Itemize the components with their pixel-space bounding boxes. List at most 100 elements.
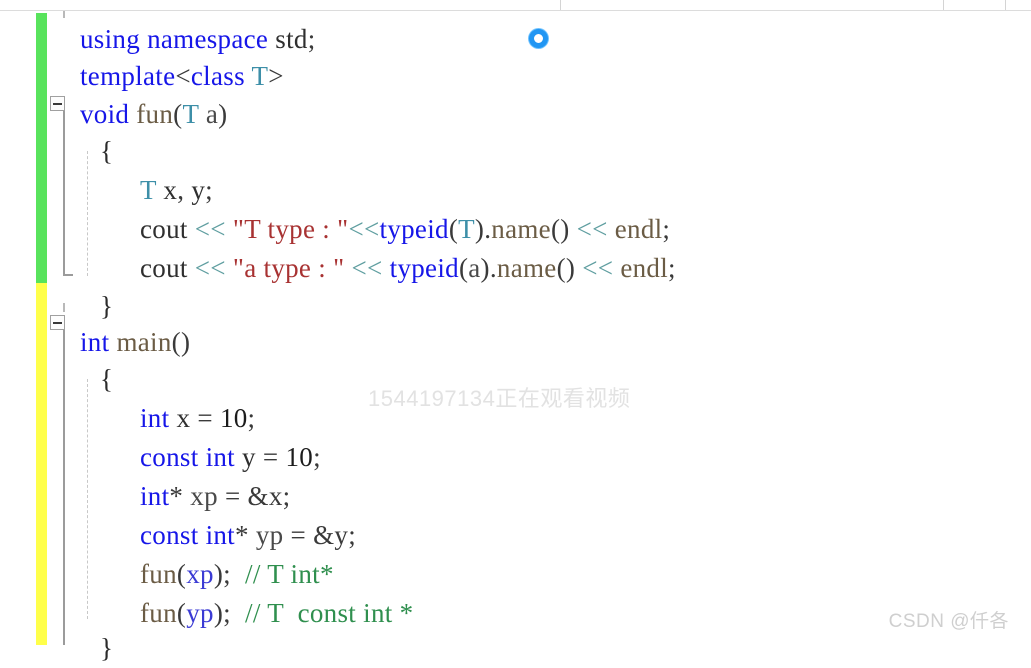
toolbar-divider: [943, 0, 944, 10]
code-token: <: [175, 61, 191, 91]
code-token: }: [100, 633, 114, 663]
line-int-ptr-xp[interactable]: int* xp = &x;: [140, 476, 290, 516]
code-token: ;: [313, 442, 321, 472]
line-fun-close[interactable]: }: [100, 286, 113, 326]
code-token: =: [197, 403, 213, 433]
code-token: // T const int *: [245, 598, 414, 628]
code-token: cout: [140, 253, 188, 283]
code-token: ): [480, 253, 490, 283]
code-token: T: [458, 214, 475, 244]
code-token: // T int*: [245, 559, 334, 589]
line-int-main[interactable]: int main(): [80, 322, 190, 362]
line-void-fun[interactable]: void fun(T a): [80, 94, 227, 134]
code-token: endl: [614, 214, 663, 244]
code-text-layer[interactable]: using namespace std; template<class T> voi…: [0, 11, 1031, 663]
code-token: .: [489, 253, 497, 283]
code-token: "a type : ": [232, 253, 345, 283]
code-token: class: [190, 61, 245, 91]
code-token: (: [458, 253, 469, 283]
line-const-int-ptr-yp[interactable]: const int* yp = &y;: [140, 515, 356, 555]
code-token: T: [182, 99, 199, 129]
toolbar-divider: [560, 0, 561, 10]
code-token: ;: [348, 520, 357, 550]
line-const-int-y[interactable]: const int y = 10;: [140, 437, 321, 477]
code-editor-surface[interactable]: using namespace std; template<class T> voi…: [0, 11, 1031, 663]
code-token: typeid: [389, 253, 459, 283]
code-token: int: [140, 481, 170, 511]
code-token: <<: [351, 253, 383, 283]
line-fun-open[interactable]: {: [100, 131, 113, 171]
code-token: void: [80, 99, 130, 129]
line-decl-xy[interactable]: T x, y;: [140, 170, 213, 210]
code-token: T: [140, 175, 157, 205]
code-token: >: [268, 61, 284, 91]
line-template[interactable]: template<class T>: [80, 56, 284, 96]
code-token: xp: [186, 559, 214, 589]
code-token: int: [205, 442, 235, 472]
code-token: (: [448, 214, 459, 244]
code-token: template: [80, 61, 176, 91]
code-token: int: [140, 403, 170, 433]
code-token: <<: [194, 214, 226, 244]
code-token: ): [213, 559, 224, 589]
line-main-close[interactable]: }: [100, 628, 113, 668]
code-token: (): [550, 214, 570, 244]
code-token: name: [496, 253, 557, 283]
code-token: (): [556, 253, 576, 283]
line-call-fun-yp[interactable]: fun(yp); // T const int *: [140, 593, 413, 633]
code-token: y: [191, 175, 206, 205]
busy-ring-icon: [529, 29, 548, 48]
viewer-watermark: 1544197134正在观看视频: [368, 386, 631, 411]
code-token: int: [205, 520, 235, 550]
code-token: ;: [205, 175, 213, 205]
code-token: ;: [307, 24, 316, 54]
code-token: name: [491, 214, 551, 244]
line-call-fun-xp[interactable]: fun(xp); // T int*: [140, 554, 334, 594]
line-cout-a[interactable]: cout << "a type : " << typeid(a).name() …: [140, 248, 676, 288]
code-token: yp: [186, 598, 214, 628]
code-token: (): [171, 327, 191, 357]
code-token: =: [224, 481, 241, 511]
line-int-x[interactable]: int x = 10;: [140, 398, 255, 438]
code-token: ;: [223, 559, 231, 589]
code-token: &x: [247, 481, 283, 511]
code-token: "T type : ": [232, 214, 349, 244]
line-main-open[interactable]: {: [100, 359, 113, 399]
code-token: typeid: [379, 214, 449, 244]
code-token: endl: [620, 253, 669, 283]
code-token: <<: [582, 253, 614, 283]
code-token: (: [176, 559, 187, 589]
code-token: *: [234, 520, 249, 550]
code-token: 10: [285, 442, 314, 472]
code-token: using: [80, 24, 141, 54]
code-token: &y: [313, 520, 349, 550]
code-token: ): [213, 598, 224, 628]
code-token: cout: [140, 214, 188, 244]
code-token: }: [100, 291, 114, 321]
line-using[interactable]: using namespace std;: [80, 19, 316, 59]
code-token: ;: [223, 598, 231, 628]
code-token: <<: [348, 214, 380, 244]
csdn-attribution: CSDN @仟各: [888, 611, 1009, 632]
code-token: fun: [140, 598, 177, 628]
code-token: ;: [668, 253, 676, 283]
code-token: {: [100, 136, 114, 166]
code-token: (: [176, 598, 187, 628]
line-cout-T[interactable]: cout << "T type : "<<typeid(T).name() <<…: [140, 209, 670, 249]
code-token: <<: [194, 253, 226, 283]
